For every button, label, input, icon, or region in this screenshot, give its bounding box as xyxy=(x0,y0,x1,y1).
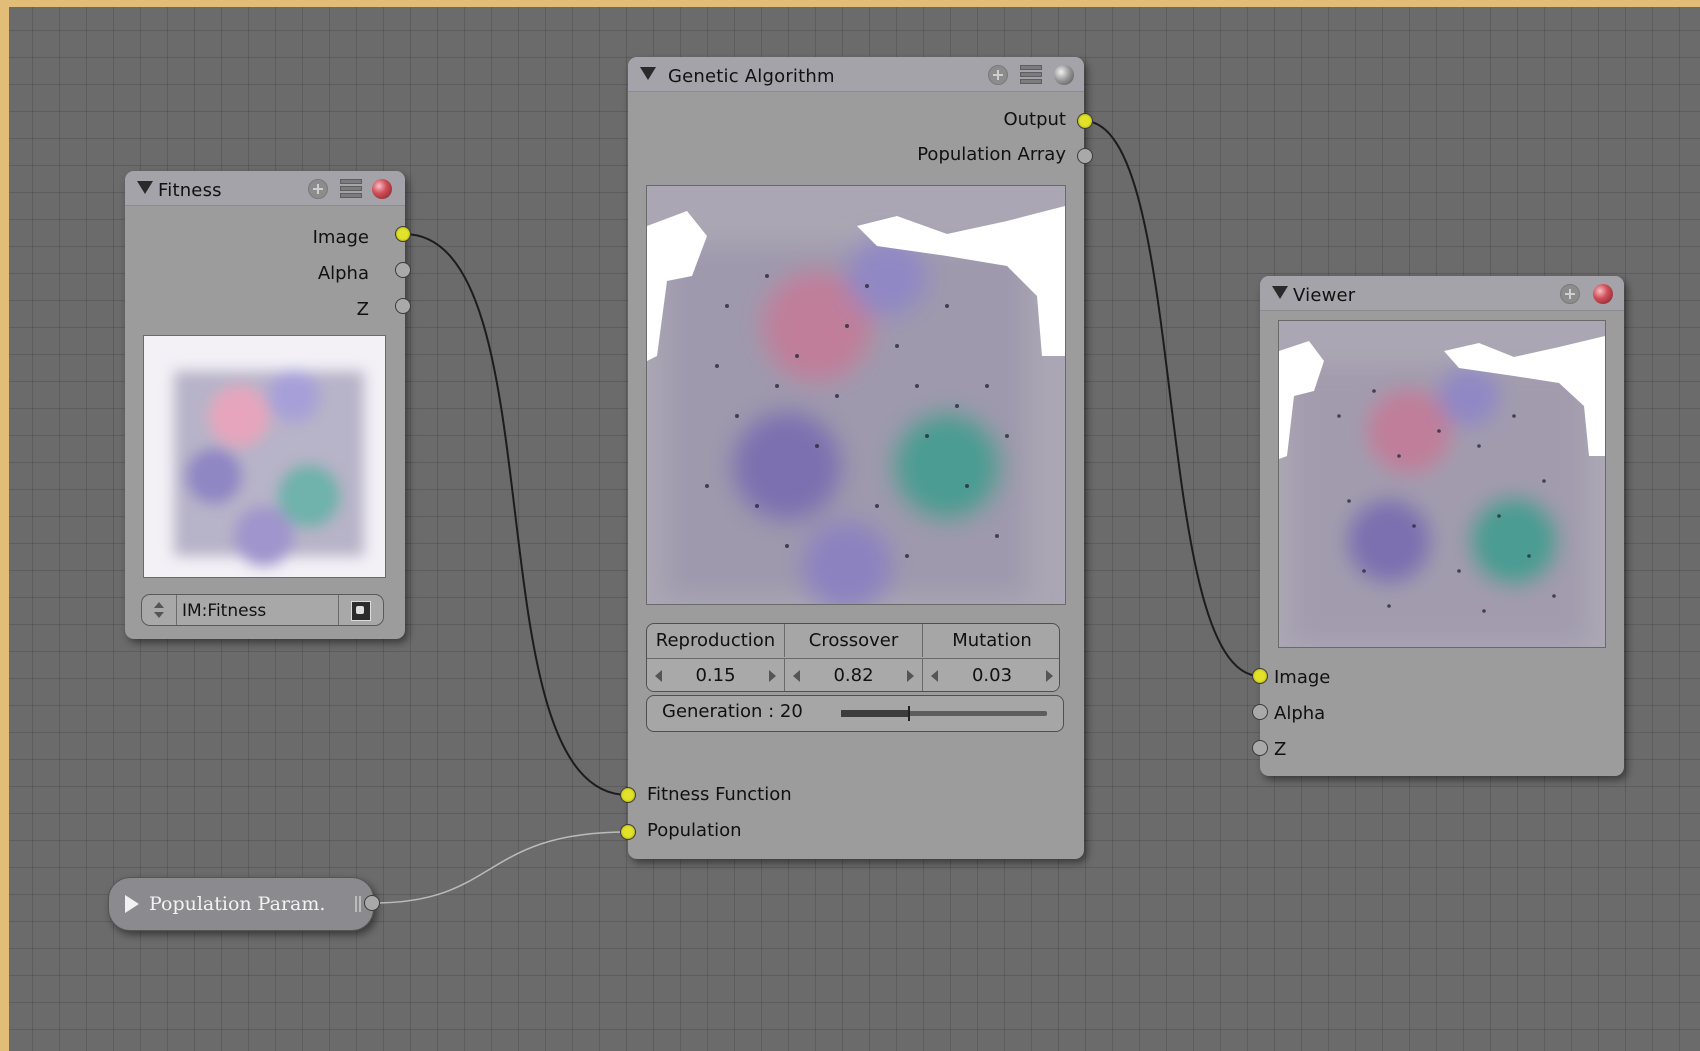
preview-sphere-icon[interactable] xyxy=(1593,284,1613,304)
fitness-node[interactable]: Fitness Image Alpha Z IM:Fitness xyxy=(125,171,405,639)
image-browse-button[interactable] xyxy=(338,595,383,625)
fitness-alpha-output-socket[interactable] xyxy=(395,262,411,278)
ga-output-socket[interactable] xyxy=(1077,113,1093,129)
genetic-algorithm-node-header[interactable]: Genetic Algorithm xyxy=(628,57,1084,92)
increment-arrow-icon[interactable] xyxy=(1046,670,1053,682)
collapse-arrow-icon[interactable] xyxy=(640,67,656,80)
fitness-node-header[interactable]: Fitness xyxy=(125,171,405,206)
decrement-arrow-icon[interactable] xyxy=(655,670,662,682)
param-header-reproduction: Reproduction xyxy=(647,624,785,657)
node-title: Genetic Algorithm xyxy=(668,66,835,87)
output-label-alpha: Alpha xyxy=(317,263,369,284)
viewer-image-preview xyxy=(1278,320,1606,648)
generation-label: Generation : 20 xyxy=(662,701,803,722)
ga-param-table: Reproduction Crossover Mutation 0.15 0.8… xyxy=(646,623,1060,692)
ga-output-preview xyxy=(646,185,1066,605)
generation-slider-handle[interactable] xyxy=(908,706,910,721)
ga-fitness-function-input-socket[interactable] xyxy=(620,787,636,803)
collapse-arrow-icon[interactable] xyxy=(137,181,153,194)
output-label-output: Output xyxy=(1003,109,1066,130)
node-title: Fitness xyxy=(158,180,222,201)
viewer-node-header[interactable]: Viewer xyxy=(1260,276,1624,311)
viewer-node[interactable]: Viewer Image Alpha Z xyxy=(1260,276,1624,776)
crossover-value-field[interactable]: 0.82 xyxy=(785,658,923,691)
preview-sphere-icon[interactable] xyxy=(1054,65,1074,85)
population-param-output-socket[interactable] xyxy=(364,895,380,911)
output-label-image: Image xyxy=(312,227,369,248)
reproduction-value: 0.15 xyxy=(695,665,736,686)
input-label-image: Image xyxy=(1274,667,1331,688)
plus-icon[interactable] xyxy=(988,65,1008,85)
fitness-image-preview xyxy=(143,335,386,578)
param-header-crossover: Crossover xyxy=(785,624,923,657)
ga-population-input-socket[interactable] xyxy=(620,824,636,840)
input-label-population: Population xyxy=(647,820,742,841)
input-label-alpha: Alpha xyxy=(1274,703,1326,724)
output-label-population-array: Population Array xyxy=(917,144,1066,165)
image-browse-updown-icon[interactable] xyxy=(142,595,177,625)
viewer-z-input-socket[interactable] xyxy=(1252,740,1268,756)
increment-arrow-icon[interactable] xyxy=(769,670,776,682)
increment-arrow-icon[interactable] xyxy=(907,670,914,682)
generation-slider[interactable]: Generation : 20 xyxy=(646,695,1064,732)
expand-arrow-icon[interactable] xyxy=(125,895,139,913)
fitness-image-output-socket[interactable] xyxy=(395,226,411,242)
menu-lines-icon[interactable] xyxy=(340,179,362,199)
plus-icon[interactable] xyxy=(308,179,328,199)
reproduction-value-field[interactable]: 0.15 xyxy=(647,658,785,691)
plus-icon[interactable] xyxy=(1560,284,1580,304)
generation-slider-fill xyxy=(841,710,909,717)
image-name-field[interactable]: IM:Fitness xyxy=(182,601,266,621)
output-label-z: Z xyxy=(356,299,369,320)
generation-slider-track[interactable] xyxy=(841,706,1047,721)
crossover-value: 0.82 xyxy=(833,665,874,686)
grip-icon xyxy=(355,896,361,912)
node-title: Viewer xyxy=(1293,285,1356,306)
image-selector[interactable]: IM:Fitness xyxy=(141,594,384,626)
input-label-z: Z xyxy=(1274,739,1287,760)
mutation-value-field[interactable]: 0.03 xyxy=(923,658,1059,691)
genetic-algorithm-node[interactable]: Genetic Algorithm Output Population Arra… xyxy=(628,57,1084,859)
param-header-mutation: Mutation xyxy=(952,630,1032,651)
mutation-value: 0.03 xyxy=(971,665,1013,686)
viewer-alpha-input-socket[interactable] xyxy=(1252,704,1268,720)
input-label-fitness-function: Fitness Function xyxy=(647,784,792,805)
preview-sphere-icon[interactable] xyxy=(372,179,392,199)
viewer-image-input-socket[interactable] xyxy=(1252,668,1268,684)
decrement-arrow-icon[interactable] xyxy=(793,670,800,682)
fitness-z-output-socket[interactable] xyxy=(395,298,411,314)
collapse-arrow-icon[interactable] xyxy=(1272,286,1288,299)
decrement-arrow-icon[interactable] xyxy=(931,670,938,682)
node-title: Population Param. xyxy=(149,893,326,915)
image-icon xyxy=(351,601,371,621)
ga-population-array-socket[interactable] xyxy=(1077,148,1093,164)
population-param-node[interactable]: Population Param. xyxy=(108,877,374,931)
menu-lines-icon[interactable] xyxy=(1020,65,1042,85)
